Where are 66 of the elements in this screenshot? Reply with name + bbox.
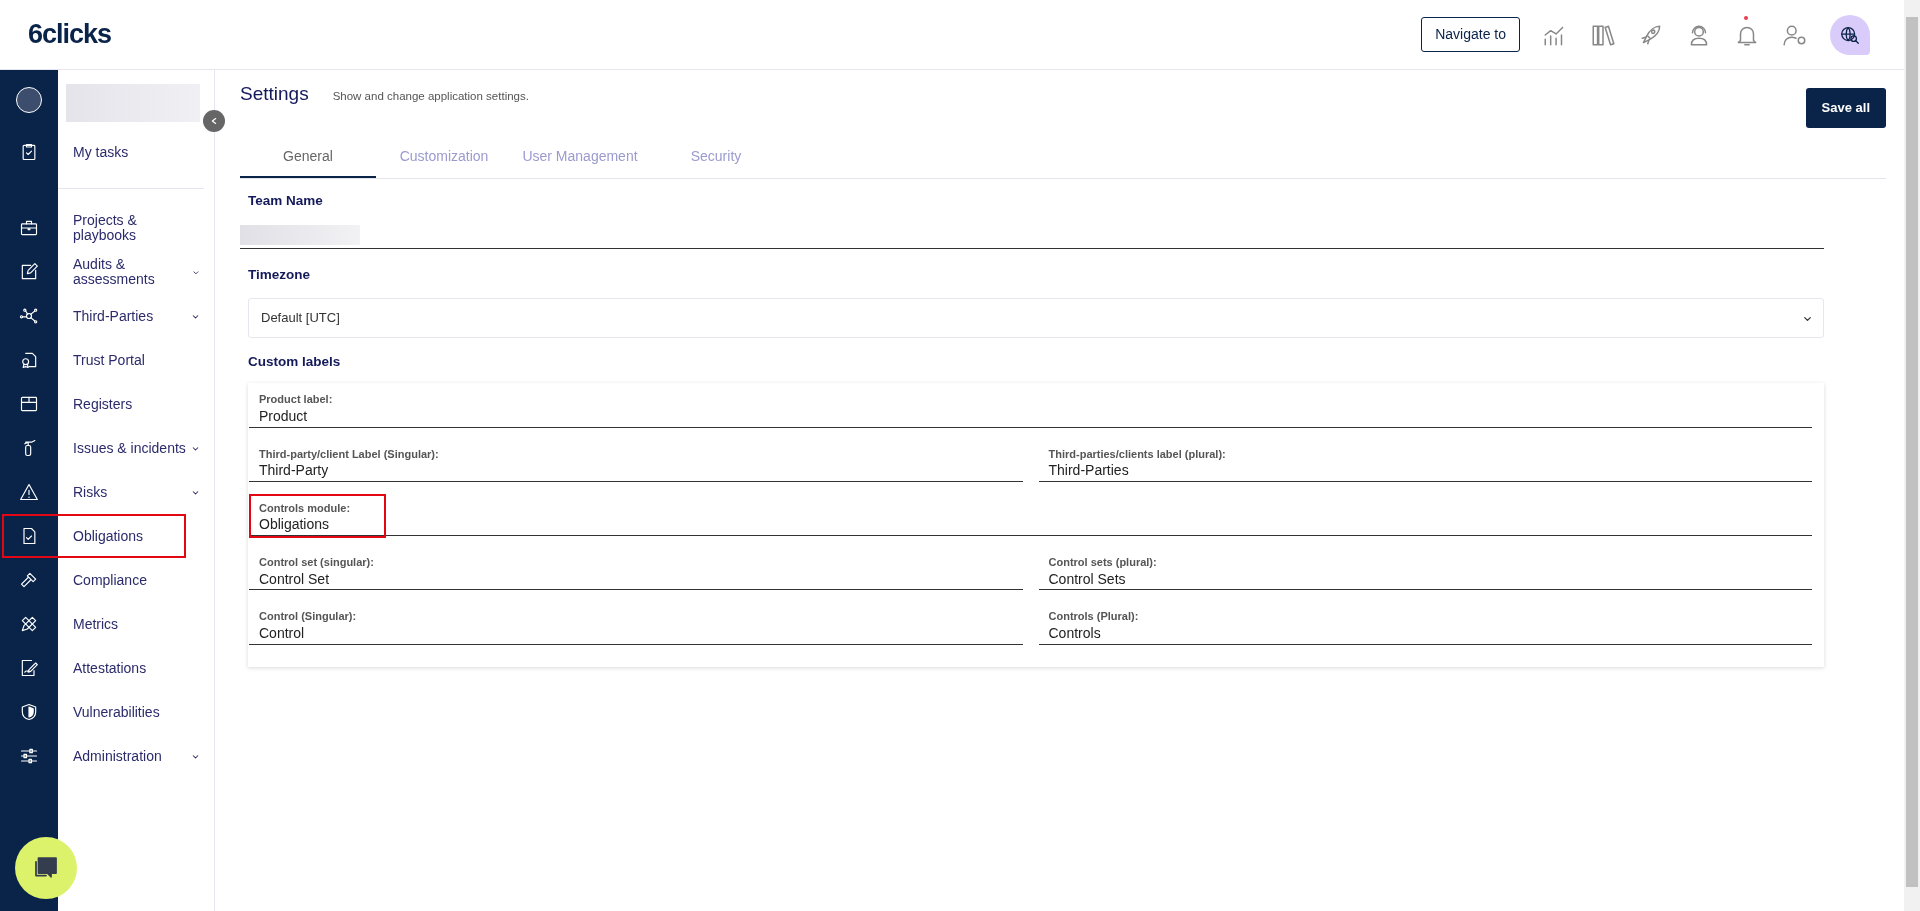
nav-item[interactable]: Attestations <box>58 646 214 690</box>
page-title: Settings <box>240 83 309 104</box>
text-field[interactable]: Product label: Product <box>249 385 1812 428</box>
field-label: Team Name <box>248 191 324 210</box>
nav-item[interactable]: Risks <box>58 470 214 514</box>
field-label: Timezone <box>248 265 311 284</box>
text-field[interactable]: Controls (Plural): Controls <box>1038 602 1812 645</box>
shield-icon[interactable] <box>19 702 39 722</box>
pencil-square-icon[interactable] <box>19 262 39 282</box>
nav-item[interactable]: Administration <box>58 734 214 778</box>
text-field[interactable]: Control set (singular): Control Set <box>249 548 1023 591</box>
field-label: Controls module: <box>259 500 352 516</box>
nav-item[interactable]: Vulnerabilities <box>58 690 214 734</box>
field-label: Control sets (plural): <box>1048 555 1158 571</box>
nav-item[interactable]: Compliance <box>58 558 214 602</box>
text-field[interactable]: Third-party/client Label (Singular): Third-Party <box>249 439 1023 482</box>
signed-document-icon[interactable] <box>19 658 39 678</box>
certificate-icon[interactable] <box>19 350 39 370</box>
field-value: Controls <box>1048 624 1102 643</box>
text-field[interactable]: Control (Singular): Control <box>249 602 1023 645</box>
field-label: Control (Singular): <box>259 609 358 625</box>
scrollbar-thumb[interactable] <box>1906 17 1918 887</box>
nav-item[interactable]: Trust Portal <box>58 338 214 382</box>
tab[interactable]: General <box>240 141 376 178</box>
field-label: Product label: <box>259 392 334 408</box>
logo[interactable]: 6clicks <box>28 14 112 55</box>
field-label: Third-parties/clients label (plural): <box>1048 446 1227 462</box>
nav-item[interactable]: Third-Parties <box>58 294 214 338</box>
nav-item[interactable]: Obligations <box>58 514 214 558</box>
briefcase-icon[interactable] <box>19 218 39 238</box>
field-value: Control <box>259 624 306 643</box>
sliders-icon[interactable] <box>19 746 39 766</box>
ruler-pencil-icon[interactable] <box>19 614 39 634</box>
field-value: Third-Party <box>259 462 330 481</box>
text-field[interactable]: Third-parties/clients label (plural): Third-Parties <box>1038 439 1812 482</box>
navigate-button[interactable]: Navigate to <box>1421 17 1520 52</box>
text-field[interactable]: Control sets (plural): Control Sets <box>1038 548 1812 591</box>
section-title: Custom labels <box>248 353 342 371</box>
nav-item[interactable]: Metrics <box>58 602 214 646</box>
field-value: Third-Parties <box>1048 462 1130 481</box>
network-icon[interactable] <box>19 306 39 326</box>
avatar-circle[interactable] <box>16 87 42 113</box>
scrollbar[interactable] <box>1904 0 1920 911</box>
field-label: Controls (Plural): <box>1048 609 1140 625</box>
text-field[interactable]: Controls module: Obligations <box>249 493 1812 537</box>
nav-item[interactable]: Registers <box>58 382 214 426</box>
page-subtitle: Show and change application settings. <box>332 90 529 102</box>
nav-item[interactable]: Audits & assessments <box>58 250 214 294</box>
field-value: Obligations <box>259 516 331 535</box>
nav-item[interactable]: Issues & incidents <box>58 426 214 470</box>
nav-item[interactable]: My tasks <box>58 130 214 174</box>
box-icon[interactable] <box>19 394 39 414</box>
field-value: Control Sets <box>1048 570 1127 589</box>
nav-item[interactable]: Projects & playbooks <box>58 206 214 250</box>
collapse-button[interactable] <box>203 110 225 132</box>
field-label: Third-party/client Label (Singular): <box>259 446 440 462</box>
user-avatar[interactable] <box>1830 14 1870 55</box>
save-button[interactable]: Save all <box>1805 88 1886 128</box>
warning-icon[interactable] <box>19 482 39 502</box>
hammer-icon[interactable] <box>19 570 39 590</box>
chevron-left-icon <box>209 116 219 126</box>
select-value: Default [UTC] <box>261 309 340 328</box>
field-value: Control Set <box>259 570 331 589</box>
field-label: Control set (singular): <box>259 555 375 571</box>
timezone-select[interactable]: Default [UTC] <box>248 298 1824 338</box>
field-value: Product <box>259 407 309 426</box>
